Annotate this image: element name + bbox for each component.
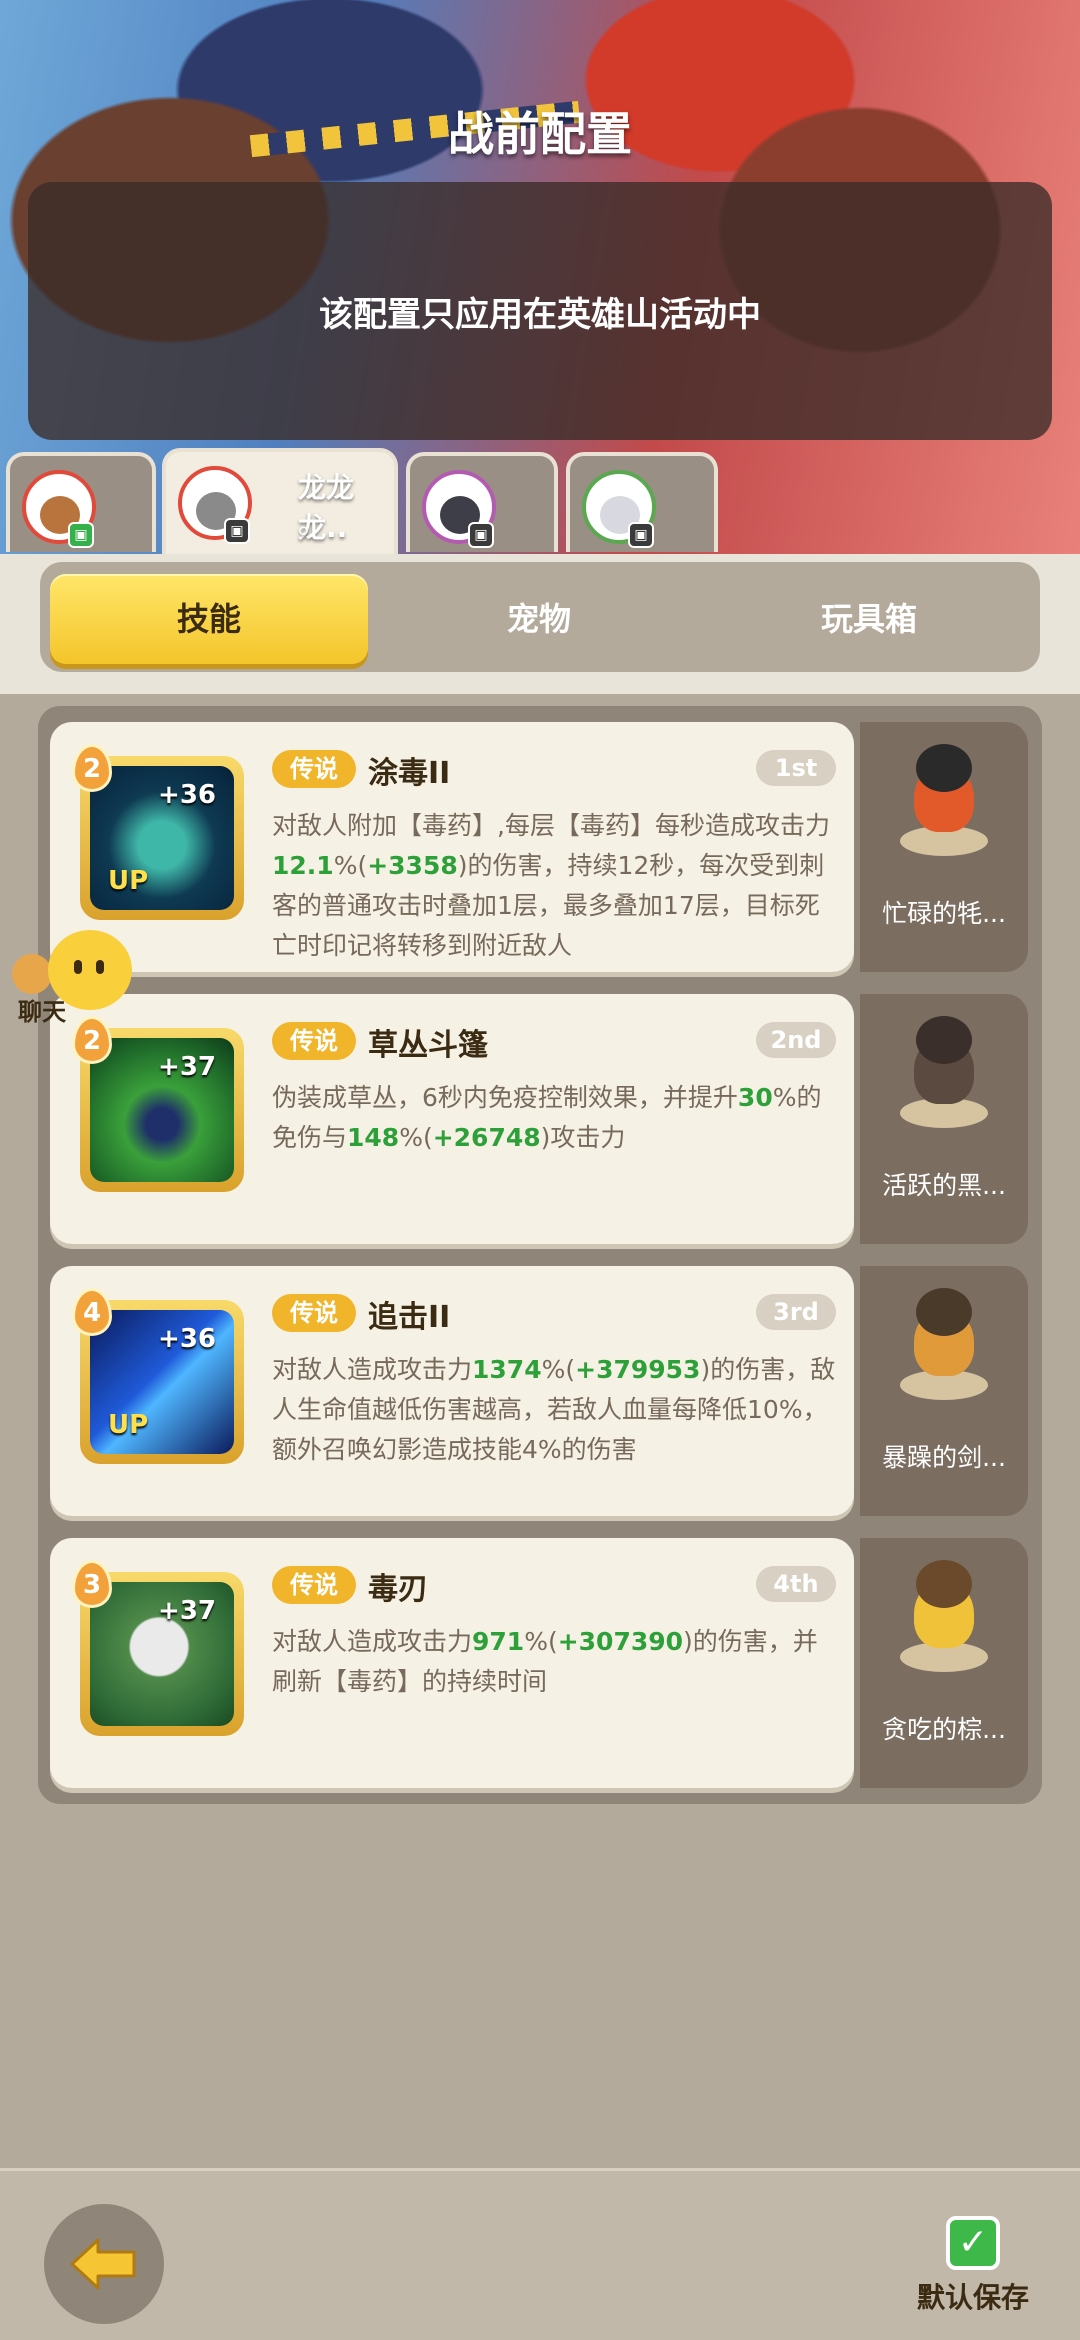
pet-name: 暴躁的剑...	[882, 1443, 1006, 1472]
poison-drop-icon: +36 UP	[90, 766, 234, 910]
class-icon: ▣	[628, 522, 654, 548]
page-title: 战前配置	[448, 107, 632, 161]
skill-name: 毒刃	[368, 1572, 428, 1607]
skill-bonus: +36	[158, 1324, 216, 1354]
hero-subtitle: 。	[298, 507, 327, 540]
hero-tab-4[interactable]: ▣	[566, 452, 718, 552]
rarity-tag: 传说	[272, 1294, 356, 1332]
notice-text: 该配置只应用在英雄山活动中	[319, 294, 761, 335]
pet-figure	[894, 1016, 994, 1136]
default-save-label: 默认保存	[916, 2281, 1029, 2314]
pet-figure	[894, 1288, 994, 1408]
skill-slot-rank: 4th	[756, 1566, 836, 1602]
class-icon: ▣	[224, 518, 250, 544]
pet-name: 忙碌的牦...	[882, 899, 1006, 928]
pet-figure	[894, 1560, 994, 1680]
pet-slot-4[interactable]: 贪吃的棕...	[860, 1538, 1028, 1788]
class-icon: ▣	[68, 522, 94, 548]
checkbox-checked-icon[interactable]: ✓	[946, 2216, 1000, 2270]
skill-icon-frame: +36 UP 2	[72, 744, 244, 920]
skill-card-2[interactable]: +37 2 传说 草丛斗篷 2nd 伪装成草丛，6秒内免疫控制效果，并提升30%…	[50, 994, 854, 1244]
skill-slot-rank: 1st	[756, 750, 836, 786]
rarity-tag: 传说	[272, 750, 356, 788]
upgrade-badge: UP	[108, 1410, 149, 1440]
pet-slot-1[interactable]: 忙碌的牦...	[860, 722, 1028, 972]
skill-description: 对敌人造成攻击力971%(+307390)的伤害，并刷新【毒药】的持续时间	[272, 1627, 818, 1696]
hero-tab-1[interactable]: ▣	[6, 452, 156, 552]
pet-name: 活跃的黑...	[882, 1171, 1006, 1200]
skill-level-badge: 3	[72, 1560, 112, 1608]
skill-level-badge: 4	[72, 1288, 112, 1336]
skill-card-4[interactable]: +37 3 传说 毒刃 4th 对敌人造成攻击力971%(+307390)的伤害…	[50, 1538, 854, 1788]
skill-bonus: +37	[158, 1596, 216, 1626]
skill-bonus: +37	[158, 1052, 216, 1082]
grass-cloak-icon: +37	[90, 1038, 234, 1182]
hero-tab-2[interactable]: ▣ 龙龙龙.. 。	[162, 448, 398, 558]
tab-pet[interactable]: 宠物	[380, 574, 698, 664]
skill-description: 伪装成草丛，6秒内免疫控制效果，并提升30%的免伤与148%(+26748)攻击…	[272, 1083, 822, 1152]
skill-icon-frame: +37 3	[72, 1560, 244, 1736]
skill-bonus: +36	[158, 780, 216, 810]
skill-slot-rank: 3rd	[756, 1294, 836, 1330]
skill-card-3[interactable]: +36 UP 4 传说 追击II 3rd 对敌人造成攻击力1374%(+3799…	[50, 1266, 854, 1516]
skill-description: 对敌人附加【毒药】,每层【毒药】每秒造成攻击力12.1%(+3358)的伤害，持…	[272, 811, 830, 960]
poison-blade-icon: +37	[90, 1582, 234, 1726]
tab-toybox[interactable]: 玩具箱	[710, 574, 1028, 664]
pet-slot-3[interactable]: 暴躁的剑...	[860, 1266, 1028, 1516]
default-save-toggle[interactable]: ✓ 默认保存	[898, 2216, 1048, 2316]
hero-tab-3[interactable]: ▣	[406, 452, 558, 552]
skill-name: 草丛斗篷	[368, 1028, 488, 1063]
skill-icon-frame: +37 2	[72, 1016, 244, 1192]
chat-label: 聊天	[18, 998, 66, 1026]
back-button[interactable]	[44, 2204, 164, 2324]
skill-icon-frame: +36 UP 4	[72, 1288, 244, 1464]
skill-card-1[interactable]: +36 UP 2 传说 涂毒II 1st 对敌人附加【毒药】,每层【毒药】每秒造…	[50, 722, 854, 972]
class-icon: ▣	[468, 522, 494, 548]
pet-name: 贪吃的棕...	[882, 1715, 1006, 1744]
pet-slot-2[interactable]: 活跃的黑...	[860, 994, 1028, 1244]
notice-box: 该配置只应用在英雄山活动中	[28, 182, 1052, 440]
skill-level-badge: 2	[72, 744, 112, 792]
pursuit-icon: +36 UP	[90, 1310, 234, 1454]
rarity-tag: 传说	[272, 1566, 356, 1604]
skill-description: 对敌人造成攻击力1374%(+379953)的伤害，敌人生命值越低伤害越高，若敌…	[272, 1355, 836, 1464]
skill-name: 追击II	[368, 1300, 451, 1335]
skill-slot-rank: 2nd	[756, 1022, 836, 1058]
rarity-tag: 传说	[272, 1022, 356, 1060]
chat-bubble-back	[12, 954, 52, 994]
skill-name: 涂毒II	[368, 756, 451, 791]
pet-figure	[894, 744, 994, 864]
upgrade-badge: UP	[108, 866, 149, 896]
tab-skill[interactable]: 技能	[50, 574, 368, 664]
back-arrow-icon	[70, 2238, 136, 2290]
